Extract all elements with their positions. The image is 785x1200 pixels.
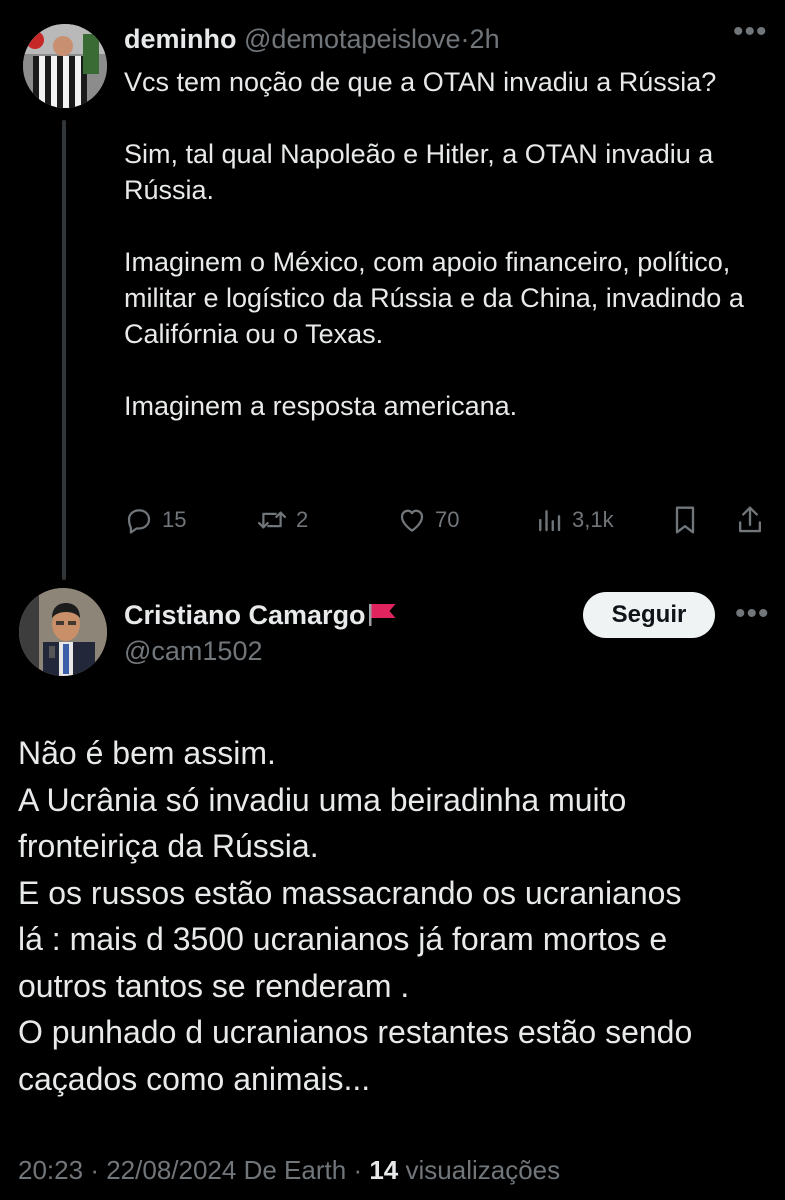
repost-icon xyxy=(257,511,287,529)
tweet1-paragraph: Imaginem a resposta americana. xyxy=(124,391,518,421)
thread-connector-line xyxy=(62,120,66,580)
tweet1-separator: · xyxy=(460,24,470,54)
meta-separator: · xyxy=(353,1155,363,1185)
tweet1-paragraph: Sim, tal qual Napoleão e Hitler, a OTAN … xyxy=(124,139,714,205)
tweet2-handle[interactable]: @cam1502 xyxy=(124,634,262,668)
tweet1-action-bar: 15 2 70 3,1k xyxy=(124,502,769,538)
heart-icon xyxy=(400,509,424,532)
like-button[interactable]: 70 xyxy=(397,502,459,538)
avatar-image xyxy=(19,588,107,676)
bookmark-icon xyxy=(675,506,695,534)
tweet2-source: De Earth xyxy=(243,1155,347,1185)
avatar-cristiano-camargo[interactable] xyxy=(19,588,107,676)
tweet2-date[interactable]: 22/08/2024 xyxy=(106,1155,236,1185)
share-icon xyxy=(738,506,762,533)
views-icon xyxy=(539,510,561,532)
tweet1-text: Vcs tem noção de que a OTAN invadiu a Rú… xyxy=(124,64,764,424)
tweet2-line: O punhado d ucranianos restantes estão s… xyxy=(18,1014,693,1050)
tweet2-line: caçados como animais... xyxy=(18,1060,371,1097)
repost-button[interactable]: 2 xyxy=(256,502,308,538)
tweet2-line: Não é bem assim. xyxy=(18,735,276,771)
bookmark-button[interactable] xyxy=(670,502,700,538)
tweet2-line: E os russos estão massacrando os ucrania… xyxy=(18,874,682,911)
tweet1-paragraph: Imaginem o México, com apoio financeiro,… xyxy=(124,247,744,349)
tweet2-display-name-row: Cristiano Camargo xyxy=(124,598,400,632)
repost-count: 2 xyxy=(296,507,309,532)
tweet2-time[interactable]: 20:23 xyxy=(18,1155,83,1185)
tweet2-more-icon[interactable]: ••• xyxy=(735,599,770,629)
tweet1-more-icon[interactable]: ••• xyxy=(733,17,768,47)
tweet2-views-label: visualizações xyxy=(405,1155,561,1185)
tweet2-metadata: 20:23 · 22/08/2024 De Earth · 14 visuali… xyxy=(18,1153,560,1187)
tweet1-handle[interactable]: @demotapeislove xyxy=(244,24,461,54)
tweet1-header: deminho @demotapeislove·2h xyxy=(124,22,500,56)
share-button[interactable] xyxy=(735,502,765,538)
tweet1-display-name[interactable]: deminho xyxy=(124,24,237,54)
tweet2-line: lá : mais d 3500 ucranianos já foram mor… xyxy=(18,921,668,957)
tweet2-line: outros tantos se renderam . xyxy=(18,967,410,1004)
meta-separator: · xyxy=(90,1155,99,1185)
views-count: 3,1k xyxy=(572,507,614,532)
like-count: 70 xyxy=(435,507,460,532)
tweet2-display-name[interactable]: Cristiano Camargo xyxy=(124,600,366,630)
reply-button[interactable]: 15 xyxy=(124,502,186,538)
views-button[interactable]: 3,1k xyxy=(534,502,614,538)
tweet2-views-count[interactable]: 14 xyxy=(369,1155,398,1185)
red-flag-icon xyxy=(368,604,396,626)
avatar-deminho[interactable] xyxy=(23,24,107,108)
tweet1-time[interactable]: 2h xyxy=(470,24,500,54)
reply-count: 15 xyxy=(162,507,187,532)
tweet2-line: fronteiriça da Rússia. xyxy=(18,828,319,864)
tweet2-line: A Ucrânia só invadiu uma beiradinha muit… xyxy=(18,781,627,818)
follow-button[interactable]: Seguir xyxy=(583,592,715,638)
reply-icon xyxy=(127,509,151,534)
avatar-image xyxy=(23,24,107,108)
tweet1-paragraph: Vcs tem noção de que a OTAN invadiu a Rú… xyxy=(124,67,717,97)
tweet2-text: Não é bem assim. A Ucrânia só invadiu um… xyxy=(18,730,768,1102)
